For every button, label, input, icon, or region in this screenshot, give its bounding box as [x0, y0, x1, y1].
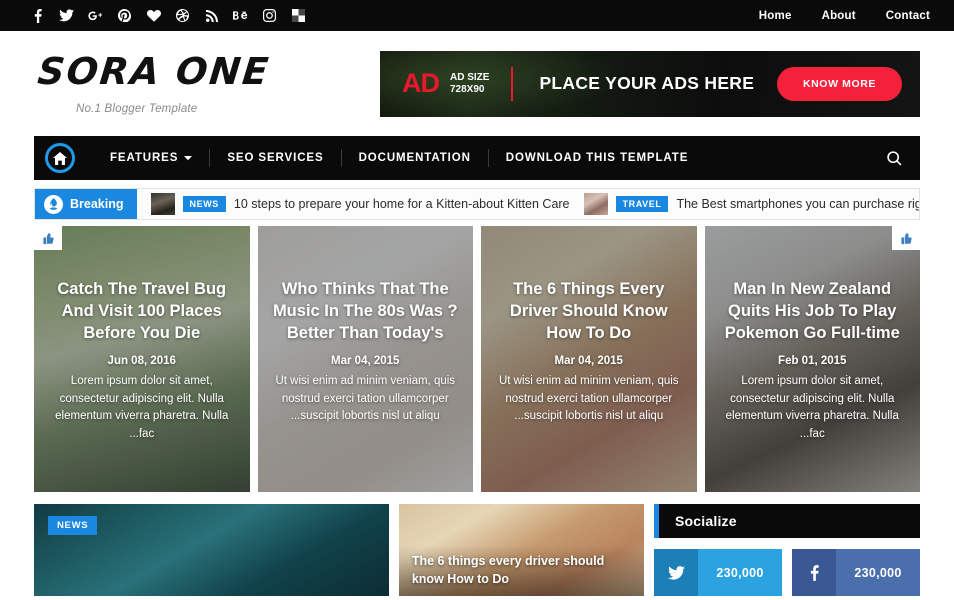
breaking-item[interactable]: TRAVEL The Best smartphones you can purc…	[570, 193, 919, 215]
nav-menu: FEATURES SEO SERVICES DOCUMENTATION DOWN…	[93, 136, 705, 180]
featured-card[interactable]: Catch The Travel Bug And Visit 100 Place…	[34, 226, 250, 492]
site-header: SORA ONE No.1 Blogger Template AD AD SIZ…	[0, 31, 954, 136]
rss-icon[interactable]	[204, 8, 219, 23]
breaking-thumbnail	[583, 193, 608, 215]
featured-card-body: The 6 Things Every Driver Should Know Ho…	[481, 279, 697, 426]
breaking-label-text: Breaking	[70, 197, 124, 211]
post-card-large[interactable]: NEWS	[34, 504, 389, 596]
ad-know-more-button[interactable]: KNOW MORE	[776, 66, 902, 101]
breaking-item[interactable]: NEWS 10 steps to prepare your home for a…	[137, 193, 570, 215]
ad-banner[interactable]: AD AD SIZE 728X90 PLACE YOUR ADS HERE KN…	[380, 50, 920, 117]
top-nav-about[interactable]: About	[822, 10, 856, 22]
featured-card-snippet: Ut wisi enim ad minim veniam, quis nostr…	[498, 374, 679, 423]
featured-card[interactable]: Man In New Zealand Quits His Job To Play…	[704, 226, 921, 492]
featured-card[interactable]: Who Thinks That The Music In The 80s Was…	[257, 226, 474, 492]
twitter-follower-box[interactable]: 230,000	[654, 549, 782, 596]
top-nav: Home About Contact	[759, 10, 930, 22]
featured-card-date: Jun 08, 2016	[107, 354, 176, 367]
ad-headline: PLACE YOUR ADS HERE	[539, 73, 755, 93]
sidebar: Socialize 230,000 230,000	[654, 504, 920, 596]
featured-post-grid: Catch The Travel Bug And Visit 100 Place…	[34, 226, 920, 492]
featured-card-title[interactable]: The 6 Things Every Driver Should Know Ho…	[495, 279, 683, 345]
ad-size-label: AD SIZE 728X90	[450, 72, 489, 95]
nav-item-documentation-label: DOCUMENTATION	[358, 152, 471, 164]
facebook-follower-count: 230,000	[854, 565, 902, 580]
featured-card-body: Catch The Travel Bug And Visit 100 Place…	[34, 279, 250, 444]
bolt-icon	[44, 194, 63, 214]
social-icon-strip	[30, 8, 306, 23]
ad-divider	[511, 66, 514, 101]
nav-item-download-template-label: DOWNLOAD THIS TEMPLATE	[505, 152, 689, 164]
behance-icon[interactable]	[233, 8, 248, 23]
thumbs-up-icon[interactable]	[34, 226, 62, 250]
featured-card-title[interactable]: Man In New Zealand Quits His Job To Play…	[719, 279, 907, 345]
top-nav-contact[interactable]: Contact	[886, 10, 930, 22]
nav-item-seo-services-label: SEO SERVICES	[227, 152, 324, 164]
featured-card-date: Mar 04, 2015	[554, 354, 623, 367]
main-navigation: FEATURES SEO SERVICES DOCUMENTATION DOWN…	[34, 136, 920, 180]
post-card-small[interactable]: The 6 things every driver should know Ho…	[398, 504, 644, 596]
featured-card-date: Feb 01, 2015	[778, 354, 847, 367]
featured-card-body: Who Thinks That The Music In The 80s Was…	[258, 279, 474, 426]
search-icon[interactable]	[887, 150, 902, 166]
breaking-item-title[interactable]: 10 steps to prepare your home for a Kitt…	[234, 197, 570, 211]
bloglovin-heart-icon[interactable]	[146, 8, 161, 23]
featured-card-body: Man In New Zealand Quits His Job To Play…	[705, 279, 921, 444]
featured-card-title[interactable]: Catch The Travel Bug And Visit 100 Place…	[48, 279, 236, 345]
vk-icon[interactable]	[291, 8, 306, 23]
post-card-title[interactable]: The 6 things every driver should know Ho…	[412, 553, 631, 588]
twitter-follower-count: 230,000	[716, 565, 764, 580]
thumbs-up-icon[interactable]	[892, 226, 920, 250]
home-icon[interactable]	[45, 143, 75, 173]
socialize-widget-header: Socialize	[654, 504, 920, 538]
featured-card-date: Mar 04, 2015	[331, 354, 400, 367]
ad-size-line2: 728X90	[450, 83, 485, 95]
ad-size-line1: AD SIZE	[450, 72, 490, 83]
nav-item-download-template[interactable]: DOWNLOAD THIS TEMPLATE	[487, 149, 706, 167]
breaking-news-bar: Breaking NEWS 10 steps to prepare your h…	[34, 188, 920, 220]
nav-item-documentation[interactable]: DOCUMENTATION	[340, 149, 488, 167]
instagram-icon[interactable]	[262, 8, 277, 23]
nav-item-features-label: FEATURES	[110, 152, 179, 164]
breaking-label: Breaking	[35, 189, 137, 219]
pinterest-icon[interactable]	[117, 8, 132, 23]
breaking-item-title[interactable]: The Best smartphones you can purchase ri…	[676, 197, 919, 211]
socialize-widget-title: Socialize	[675, 513, 737, 529]
site-tagline: No.1 Blogger Template	[76, 102, 198, 115]
facebook-follower-box[interactable]: 230,000	[792, 549, 920, 596]
breaking-items: NEWS 10 steps to prepare your home for a…	[137, 193, 919, 215]
bottom-content-row: NEWS The 6 things every driver should kn…	[34, 504, 920, 596]
site-logo-title: SORA ONE	[35, 49, 273, 93]
chevron-down-icon	[184, 155, 193, 160]
featured-card[interactable]: The 6 Things Every Driver Should Know Ho…	[481, 226, 697, 492]
site-branding[interactable]: SORA ONE No.1 Blogger Template	[34, 49, 364, 115]
breaking-item-tag[interactable]: NEWS	[182, 196, 226, 212]
twitter-icon	[654, 549, 698, 596]
facebook-icon[interactable]	[30, 8, 45, 23]
featured-card-snippet: Ut wisi enim ad minim veniam, quis nostr…	[275, 374, 456, 423]
post-category-badge[interactable]: NEWS	[48, 516, 98, 535]
nav-item-features[interactable]: FEATURES	[93, 149, 209, 167]
twitter-icon[interactable]	[59, 8, 74, 23]
featured-card-title[interactable]: Who Thinks That The Music In The 80s Was…	[272, 279, 460, 345]
ad-badge: AD	[402, 68, 440, 98]
top-nav-home[interactable]: Home	[759, 10, 792, 22]
breaking-item-tag[interactable]: TRAVEL	[615, 196, 669, 212]
breaking-thumbnail	[150, 193, 175, 215]
google-plus-icon[interactable]	[88, 8, 103, 23]
featured-card-snippet: Lorem ipsum dolor sit amet, consectetur …	[55, 374, 229, 441]
socialize-counters: 230,000 230,000	[654, 549, 920, 596]
facebook-icon	[792, 549, 836, 596]
dribbble-icon[interactable]	[175, 8, 190, 23]
nav-item-seo-services[interactable]: SEO SERVICES	[209, 149, 340, 167]
featured-card-snippet: Lorem ipsum dolor sit amet, consectetur …	[725, 374, 899, 441]
top-bar: Home About Contact	[0, 0, 954, 31]
